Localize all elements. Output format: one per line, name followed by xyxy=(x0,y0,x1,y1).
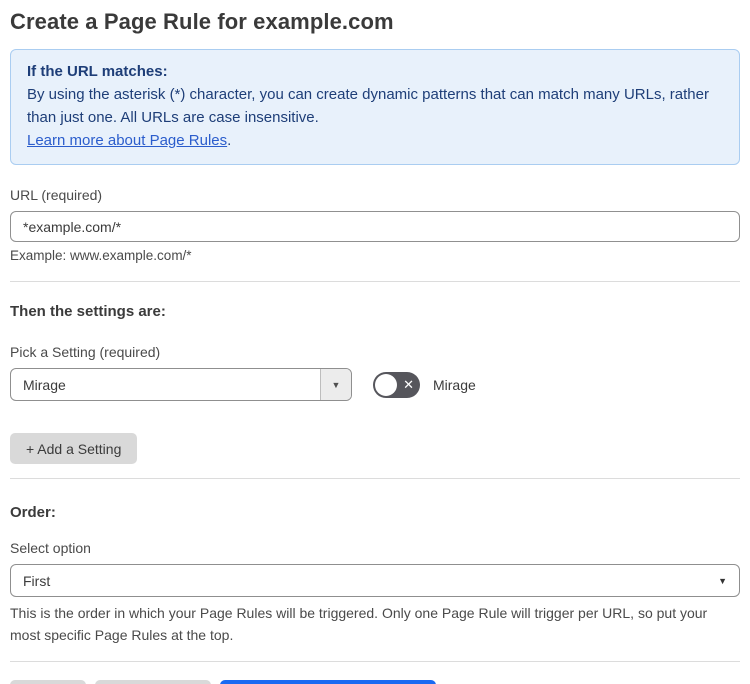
info-box-heading: If the URL matches: xyxy=(27,63,168,80)
settings-section-heading: Then the settings are: xyxy=(10,303,166,320)
chevron-down-icon: ▼ xyxy=(718,575,727,586)
url-example-hint: Example: www.example.com/* xyxy=(10,248,192,263)
form-actions: Cancel Save as Draft Save and Deploy Pag… xyxy=(10,680,740,684)
order-select[interactable]: First ▼ xyxy=(10,564,740,597)
order-select-value: First xyxy=(23,572,51,589)
order-section-heading: Order: xyxy=(10,504,56,521)
setting-row: Mirage ▼ ✕ Mirage xyxy=(10,368,740,401)
setting-select-value: Mirage xyxy=(23,376,66,393)
learn-more-link[interactable]: Learn more about Page Rules xyxy=(27,132,227,149)
add-setting-button[interactable]: + Add a Setting xyxy=(10,433,138,464)
order-help-text: This is the order in which your Page Rul… xyxy=(10,605,708,643)
divider xyxy=(10,281,740,282)
pick-setting-label: Pick a Setting (required) xyxy=(10,344,161,360)
info-box-body: By using the asterisk (*) character, you… xyxy=(27,86,709,126)
toggle-label: Mirage xyxy=(433,376,476,393)
cancel-button[interactable]: Cancel xyxy=(10,680,86,684)
save-as-draft-button[interactable]: Save as Draft xyxy=(94,680,212,684)
info-box-link-line: Learn more about Page Rules. xyxy=(27,129,723,152)
mirage-toggle[interactable]: ✕ xyxy=(373,371,420,398)
link-suffix: . xyxy=(227,132,232,149)
toggle-off-x-icon: ✕ xyxy=(403,376,414,392)
page-title: Create a Page Rule for example.com xyxy=(10,9,394,34)
toggle-knob xyxy=(375,373,397,396)
url-match-info-box: If the URL matches: By using the asteris… xyxy=(10,49,740,165)
divider xyxy=(10,478,740,479)
url-input[interactable] xyxy=(10,211,740,242)
setting-select[interactable]: Mirage ▼ xyxy=(10,368,352,401)
url-label: URL (required) xyxy=(10,187,103,203)
chevron-down-icon[interactable]: ▼ xyxy=(320,369,351,400)
select-option-label: Select option xyxy=(10,540,91,556)
divider xyxy=(10,661,740,662)
save-and-deploy-button[interactable]: Save and Deploy Page Rule xyxy=(220,680,437,684)
create-page-rule-form: Create a Page Rule for example.com If th… xyxy=(0,0,750,684)
